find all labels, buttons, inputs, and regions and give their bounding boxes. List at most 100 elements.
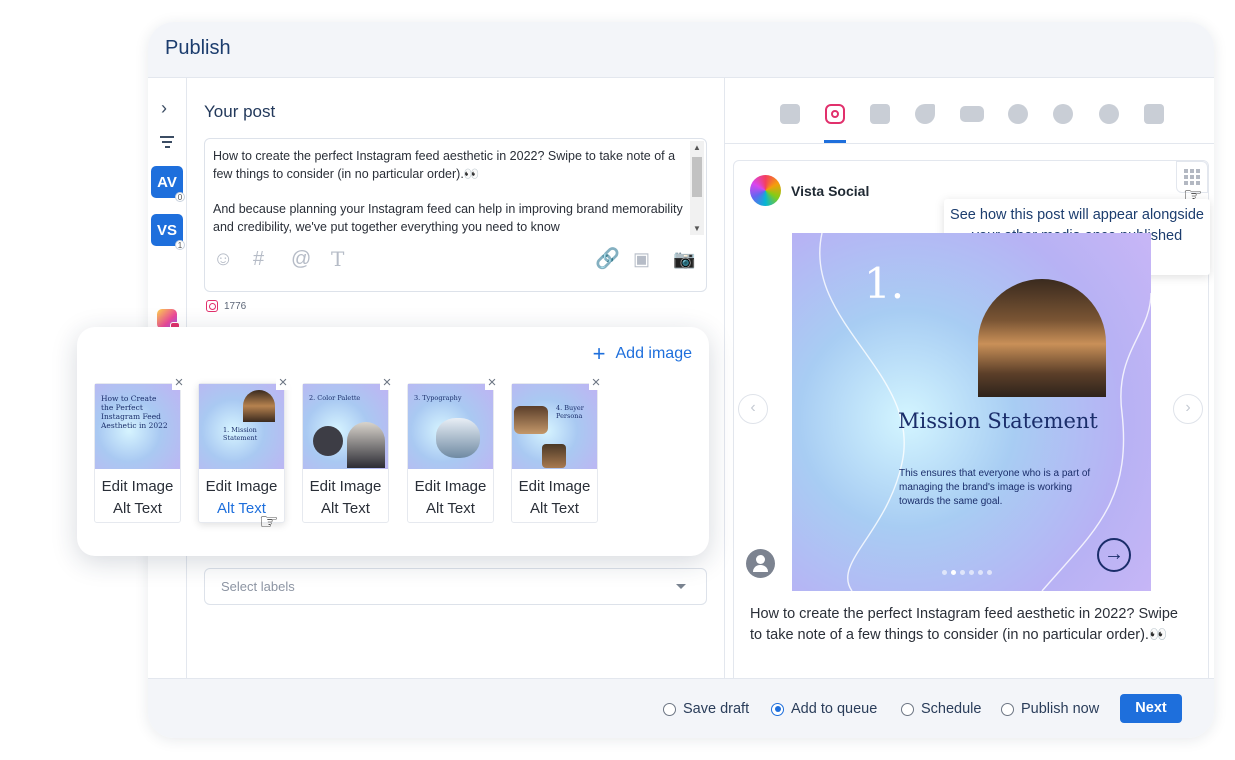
arrow-right-icon: →	[1097, 538, 1131, 572]
editor-scrollbar[interactable]: ▲ ▼	[690, 141, 704, 235]
active-tab-indicator	[824, 140, 846, 143]
media-thumbnail[interactable]: How to Create the Perfect Instagram Feed…	[94, 375, 186, 523]
add-image-label: Add image	[615, 345, 693, 362]
add-to-queue-radio[interactable]: Add to queue	[771, 701, 877, 717]
thumbnail-image: 4. Buyer Persona	[512, 384, 597, 469]
thumbnail-text: 3. Typography	[414, 394, 462, 402]
edit-alt-text-link[interactable]: Edit Image Alt Text	[303, 476, 388, 520]
radio-label: Add to queue	[791, 701, 878, 717]
close-icon[interactable]: ×	[589, 375, 603, 390]
labels-select[interactable]: Select labels	[204, 568, 707, 605]
composer-heading: Your post	[204, 102, 276, 121]
edit-alt-text-link[interactable]: Edit Image Alt Text	[512, 476, 597, 520]
publish-now-radio[interactable]: Publish now	[1001, 701, 1099, 717]
profile-avatar-av[interactable]: AV 0	[151, 166, 185, 202]
profile-initials: VS	[156, 221, 177, 239]
photo-blob	[243, 390, 275, 422]
labels-placeholder: Select labels	[221, 579, 295, 594]
edit-alt-text-link[interactable]: Edit Image Alt Text	[95, 476, 180, 520]
photo-blob	[313, 426, 343, 456]
media-panel: + Add image How to Create the Perfect In…	[77, 327, 709, 556]
media-thumbnail[interactable]: 2. Color Palette × Edit Image Alt Text	[302, 375, 394, 523]
camera-icon[interactable]: 📷	[673, 247, 695, 271]
twitter-icon[interactable]	[915, 104, 935, 124]
photo-blob	[514, 406, 548, 434]
label-line: Alt Text	[113, 500, 162, 517]
filter-icon[interactable]	[160, 136, 174, 151]
radio-dot[interactable]	[663, 702, 676, 716]
post-preview: Vista Social ☞ See how this post will ap…	[724, 78, 1214, 690]
carousel-slide-image: 1. Mission Statement This ensures that e…	[792, 233, 1151, 591]
mention-icon[interactable]: @	[291, 247, 311, 271]
label-line: Edit Image	[205, 478, 278, 495]
label-line: Edit Image	[101, 478, 174, 495]
thumbnail-text: 1. Mission Statement	[223, 426, 258, 442]
reddit-icon[interactable]	[1053, 104, 1073, 124]
radio-dot[interactable]	[771, 702, 784, 716]
instagram-profile-icon[interactable]	[157, 309, 180, 332]
instagram-icon[interactable]	[825, 104, 845, 124]
link-icon[interactable]: 🔗	[595, 247, 620, 271]
youtube-icon[interactable]	[960, 106, 984, 122]
profile-count-badge: 0	[175, 192, 185, 202]
carousel-prev-icon[interactable]: ‹	[738, 394, 768, 424]
scroll-down-icon[interactable]: ▼	[693, 224, 701, 233]
post-text-paragraph: How to create the perfect Instagram feed…	[213, 149, 676, 181]
label-line: Edit Image	[518, 478, 591, 495]
profile-logo	[750, 175, 781, 206]
preview-caption: How to create the perfect Instagram feed…	[750, 606, 1178, 643]
edit-alt-text-link[interactable]: Edit Image Alt Text	[408, 476, 493, 520]
instagram-icon	[206, 300, 218, 312]
slide-body: This ensures that everyone who is a part…	[899, 468, 1091, 507]
next-button[interactable]: Next	[1120, 694, 1182, 723]
google-icon[interactable]	[1008, 104, 1028, 124]
radio-label: Publish now	[1021, 701, 1100, 717]
close-icon[interactable]: ×	[485, 375, 499, 390]
close-icon[interactable]: ×	[172, 375, 186, 390]
close-icon[interactable]: ×	[276, 375, 290, 390]
char-count-value: 1776	[224, 300, 247, 312]
post-text-paragraph: And because planning your Instagram feed…	[213, 202, 683, 234]
slide-title: Mission Statement	[898, 409, 1098, 433]
window-header: Publish	[148, 22, 1214, 78]
hashtag-icon[interactable]: #	[253, 247, 264, 271]
text-format-icon[interactable]: T	[331, 247, 344, 271]
label-line: Alt Text	[426, 500, 475, 517]
page-title: Publish	[165, 37, 231, 59]
radio-label: Schedule	[921, 701, 982, 717]
profile-initials: AV	[157, 173, 177, 191]
media-thumbnail[interactable]: 3. Typography × Edit Image Alt Text	[407, 375, 499, 523]
carousel-next-icon[interactable]: ›	[1173, 394, 1203, 424]
thumbnail-image: How to Create the Perfect Instagram Feed…	[95, 384, 180, 469]
photo-blob	[347, 422, 385, 468]
plus-icon: +	[592, 341, 606, 366]
thumbnail-image: 2. Color Palette	[303, 384, 388, 469]
tiktok-icon[interactable]	[1144, 104, 1164, 124]
expand-chevron-icon[interactable]: ›	[161, 98, 167, 119]
close-icon[interactable]: ×	[380, 375, 394, 390]
save-draft-radio[interactable]: Save draft	[663, 701, 749, 717]
radio-dot[interactable]	[1001, 702, 1014, 716]
media-thumbnail[interactable]: 4. Buyer Persona × Edit Image Alt Text	[511, 375, 603, 523]
post-text-editor[interactable]: How to create the perfect Instagram feed…	[204, 138, 707, 292]
label-line: Edit Image	[309, 478, 382, 495]
facebook-icon[interactable]	[780, 104, 800, 124]
scroll-thumb[interactable]	[692, 157, 702, 197]
pinterest-icon[interactable]	[1099, 104, 1119, 124]
profile-count-badge: 1	[175, 240, 185, 250]
video-icon[interactable]: ▣	[633, 247, 650, 271]
linkedin-icon[interactable]	[870, 104, 890, 124]
user-tag-icon[interactable]	[746, 549, 775, 578]
post-text[interactable]: How to create the perfect Instagram feed…	[213, 147, 683, 253]
emoji-icon[interactable]: ☺	[213, 247, 233, 271]
caret-down-icon	[676, 584, 686, 589]
schedule-radio[interactable]: Schedule	[901, 701, 981, 717]
scroll-up-icon[interactable]: ▲	[693, 143, 701, 152]
media-thumbnail[interactable]: 1. Mission Statement × Edit Image Alt Tex…	[198, 375, 290, 534]
add-image-button[interactable]: + Add image	[592, 341, 693, 366]
radio-dot[interactable]	[901, 702, 914, 716]
profile-avatar-vs[interactable]: VS 1	[151, 214, 185, 250]
publish-footer: Save draft Add to queue Schedule Publish…	[148, 678, 1214, 738]
hand-cursor-icon: ☞	[259, 509, 279, 534]
radio-label: Save draft	[683, 701, 750, 717]
